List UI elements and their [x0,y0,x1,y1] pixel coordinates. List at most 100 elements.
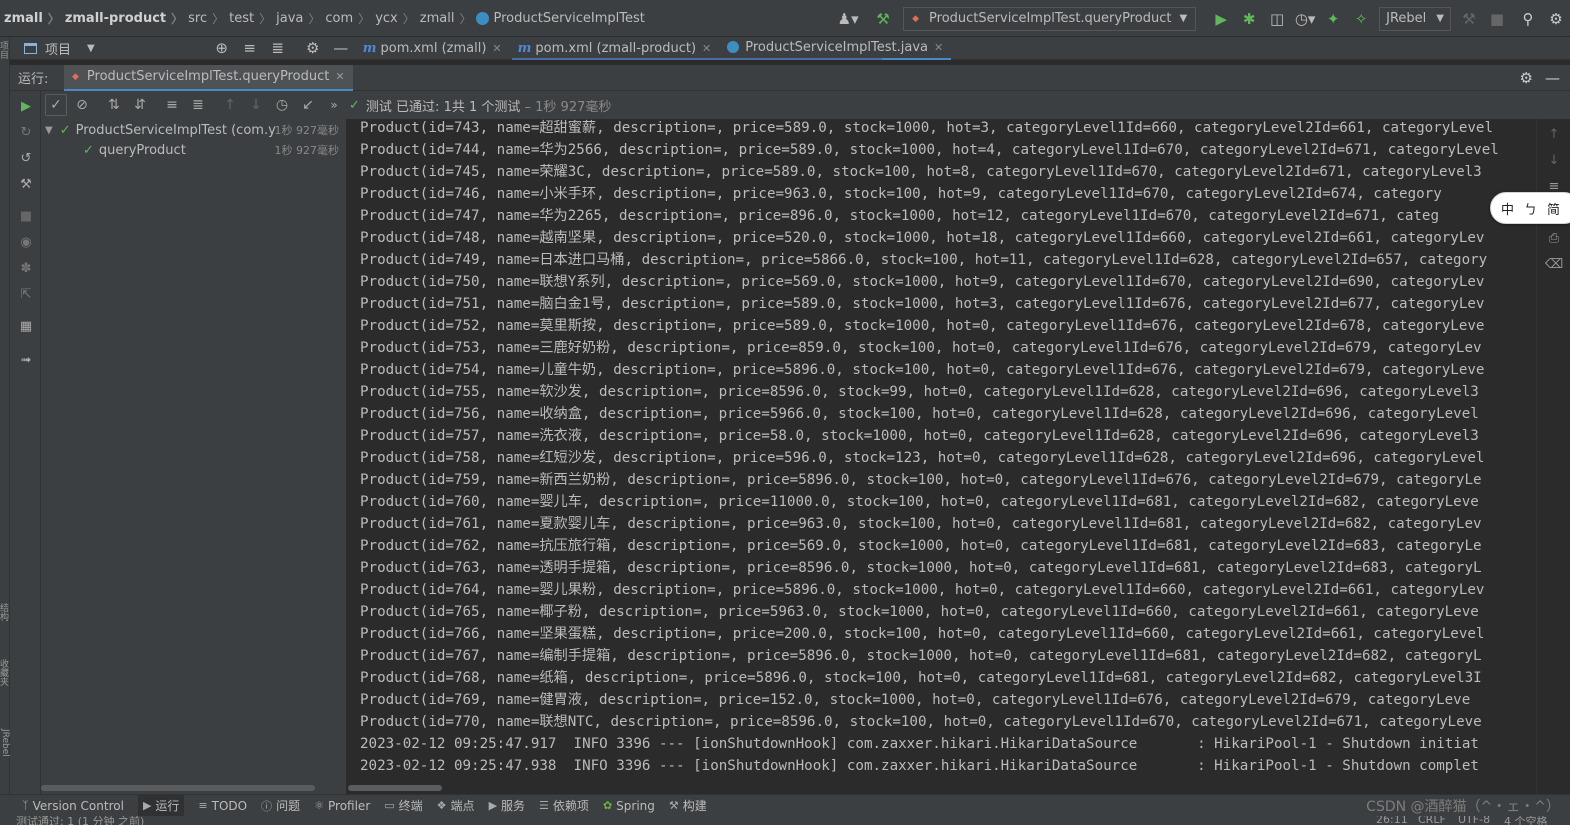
stop-icon[interactable]: ■ [1486,8,1508,30]
run-configuration-select[interactable]: ◆ ProductServiceImplTest.queryProduct ▼ [903,6,1197,31]
debug-icon[interactable]: ✱ [1238,8,1260,30]
scroll-up-icon[interactable]: ↑ [1545,125,1563,143]
console-horizontal-scrollbar[interactable] [348,783,1536,793]
crosshair-icon[interactable]: ⊕ [211,37,233,59]
line-separator[interactable]: CRLF [1418,816,1446,825]
jrebel-run-icon[interactable]: ✦ [1322,8,1344,30]
test-node-method[interactable]: ✓ queryProduct 1秒 927毫秒 [83,140,345,160]
hide-icon[interactable]: — [330,37,352,59]
ime-simplified[interactable]: 简 [1547,199,1560,218]
status-message[interactable]: 测试通过: 1 (1 分钟 之前) [16,816,144,825]
indent-setting[interactable]: 4 个空格 [1504,816,1548,825]
jrebel-debug-icon[interactable]: ✧ [1350,8,1372,30]
editor-tab-pom-zmall-product[interactable]: m pom.xml (zmall-product) ✕ [510,37,720,60]
camera-icon[interactable]: ◉ [17,233,35,251]
expand-all-icon[interactable]: ≡ [161,94,183,116]
project-view-button[interactable]: 项目 ▼ [10,37,103,60]
breadcrumb-item[interactable]: src 〉 [188,0,229,37]
breadcrumb-item[interactable]: com 〉 [325,0,375,37]
close-icon[interactable]: ✕ [934,41,943,54]
breadcrumb-item[interactable]: test 〉 [229,0,276,37]
sort-alpha-icon[interactable]: ⇅ [103,94,125,116]
breadcrumb-item[interactable]: java 〉 [276,0,325,37]
previous-test-icon[interactable]: ↑ [219,94,241,116]
collapse-all-icon[interactable]: ≣ [187,94,209,116]
hammer-icon[interactable]: ⚒ [872,8,894,30]
pin-icon[interactable]: ➟ [17,351,35,369]
next-test-icon[interactable]: ↓ [245,94,267,116]
expand-all-icon[interactable]: ≡ [239,37,261,59]
hide-icon[interactable]: — [1545,69,1560,87]
project-tool-label[interactable]: 项目 [0,41,10,59]
file-encoding[interactable]: UTF-8 [1458,816,1490,825]
jrebel-select[interactable]: JRebel ▼ [1379,6,1451,31]
breadcrumb-item[interactable]: zmall 〉 [4,0,65,37]
stop-icon[interactable]: ■ [17,207,35,225]
rerun-failed-icon[interactable]: ↻ [17,123,35,141]
print-icon[interactable]: ⎙ [1545,229,1563,247]
breadcrumb-item[interactable]: ycx 〉 [375,0,420,37]
tool-problems[interactable]: ⓘ 问题 [261,797,300,814]
show-ignored-icon[interactable]: ⊘ [71,94,93,116]
show-passed-icon[interactable]: ✓ [45,94,67,116]
toggle-autotest-icon[interactable]: ↺ [17,149,35,167]
profile-icon[interactable]: ◷▾ [1294,8,1316,30]
more-icon[interactable]: » [323,94,345,116]
ime-toolbar[interactable]: 中 ㄅ 简 ♜ [1490,192,1570,224]
scrollbar-thumb[interactable] [348,785,442,791]
trash-icon[interactable]: ⌫ [1545,255,1563,273]
console-output[interactable]: Product(id=743, name=超甜蜜薪, description=,… [348,119,1536,783]
search-icon[interactable]: ⚲ [1517,8,1539,30]
layout-icon[interactable]: ▦ [17,317,35,335]
tool-spring[interactable]: ✿ Spring [603,799,655,813]
test-node-class[interactable]: ▼ ✓ ProductServiceImplTest (com.ycx.z 1秒… [45,120,345,140]
tool-label: Profiler [328,798,371,813]
tool-terminal[interactable]: ▭ 终端 [384,797,422,814]
structure-tool-label[interactable]: 结构 [0,603,10,621]
close-icon[interactable]: ✕ [492,42,501,55]
settings-icon[interactable]: ⚙ [1545,8,1567,30]
ime-mode[interactable]: 中 [1501,199,1514,218]
breadcrumb-item[interactable]: zmall 〉 [420,0,477,37]
rerun-icon[interactable]: ▶ [17,97,35,115]
user-icon[interactable]: ♟▾ [837,8,859,30]
gear-icon[interactable]: ⚙ [1520,69,1533,87]
scroll-down-icon[interactable]: ↓ [1545,151,1563,169]
breadcrumb-item[interactable]: ProductServiceImplTest [476,0,645,37]
tool-services[interactable]: ▶ 服务 [489,797,525,814]
ime-punct[interactable]: ㄅ [1524,199,1537,218]
close-icon[interactable]: ✕ [702,42,711,55]
gear-icon[interactable]: ⚙ [302,37,324,59]
run-tab[interactable]: ◆ ProductServiceImplTest.queryProduct ✕ [64,64,353,91]
coverage-icon[interactable]: ◫ [1266,8,1288,30]
exit-icon[interactable]: ⇱ [17,285,35,303]
tree-horizontal-scrollbar[interactable] [41,785,315,791]
tool-version-control[interactable]: ᛉ Version Control [22,799,124,813]
editor-tab-pom-zmall[interactable]: m pom.xml (zmall) ✕ [355,37,510,60]
run-icon[interactable]: ▶ [1210,8,1232,30]
tool-label: Version Control [32,798,124,813]
sort-duration-icon[interactable]: ⇵ [129,94,151,116]
tool-dependencies[interactable]: ☰ 依赖项 [539,797,589,814]
tool-run[interactable]: ▶ 运行 [137,794,185,817]
editor-tab-product-service-test[interactable]: ProductServiceImplTest.java ✕ [719,37,952,60]
tool-profiler[interactable]: ⚛ Profiler [314,799,370,813]
export-icon[interactable]: ↙ [297,94,319,116]
tool-label: 服务 [501,799,526,813]
tool-endpoints[interactable]: ❖ 端点 [437,797,475,814]
tool-build[interactable]: ⚒ 构建 [669,797,707,814]
jrebel-tool-label[interactable]: JRebel [0,729,10,757]
history-icon[interactable]: ◷ [271,94,293,116]
tool-todo[interactable]: ≡ TODO [198,799,247,813]
status-count: 1共 1 个测试 [443,99,521,115]
chevron-right-icon: 〉 [402,11,415,26]
close-icon[interactable]: ✕ [335,70,344,83]
favorites-tool-label[interactable]: 收藏夹 [0,659,10,686]
collapse-all-icon[interactable]: ≣ [267,37,289,59]
breadcrumb-item[interactable]: zmall-product 〉 [65,0,188,37]
console-line: Product(id=745, name=荣耀3C, description=,… [360,164,1482,180]
hammer-disabled-icon[interactable]: ⚒ [1458,8,1480,30]
bug-icon[interactable]: ✽ [17,259,35,277]
caret-position[interactable]: 26:11 [1376,816,1408,825]
wrench-icon[interactable]: ⚒ [17,175,35,193]
